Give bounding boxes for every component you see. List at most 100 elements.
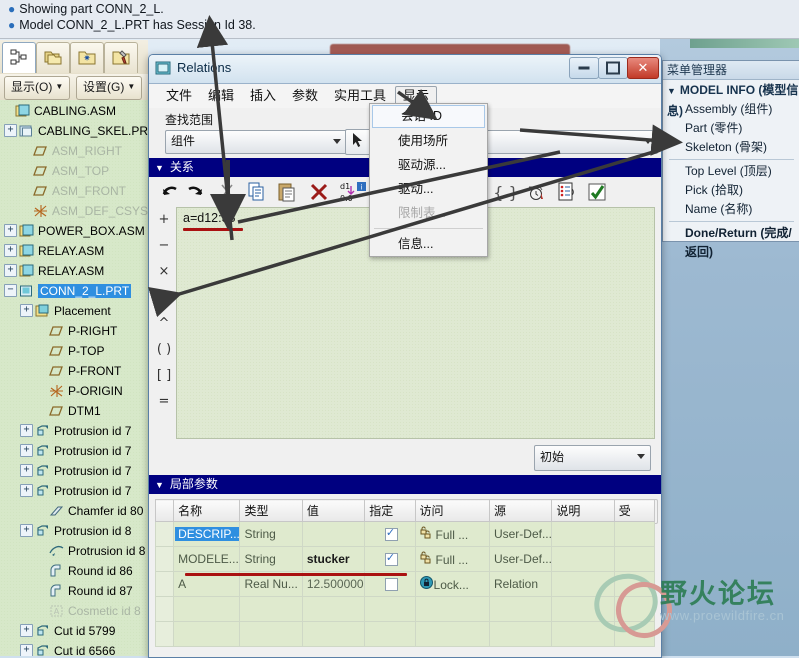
close-button[interactable]: ✕ bbox=[627, 57, 659, 79]
display-menu-button[interactable]: 显示(O) ▼ bbox=[4, 76, 71, 100]
tree-item[interactable]: A Cosmetic id 8 bbox=[0, 600, 148, 620]
folder-browser-tab[interactable] bbox=[36, 42, 70, 73]
tools-tab[interactable] bbox=[104, 42, 138, 73]
maximize-button[interactable] bbox=[598, 57, 628, 79]
empty-cell[interactable] bbox=[488, 621, 553, 647]
empty-cell[interactable] bbox=[551, 596, 615, 622]
param-access-cell[interactable]: Lock... bbox=[414, 571, 490, 597]
menu-manager-item[interactable]: Name (名称) bbox=[663, 200, 799, 219]
param-source-cell[interactable]: Relation bbox=[488, 571, 553, 597]
operator-button[interactable]: = bbox=[153, 389, 175, 415]
designate-checkbox[interactable] bbox=[384, 578, 398, 592]
tree-expander[interactable]: + bbox=[20, 304, 33, 318]
param-restricted-cell[interactable] bbox=[613, 571, 655, 597]
display-menu-item[interactable]: 会话 ID bbox=[372, 105, 485, 128]
params-table-wrap[interactable]: 名称类型值指定访问源说明受 DESCRIP...String Full ... Us… bbox=[155, 499, 655, 657]
empty-cell[interactable] bbox=[364, 596, 416, 622]
empty-cell[interactable] bbox=[239, 596, 303, 622]
initial-state-combo[interactable]: 初始 bbox=[534, 445, 651, 471]
tree-item[interactable]: + Protrusion id 8 bbox=[0, 520, 148, 540]
relation-line[interactable]: a=d12:38 bbox=[183, 211, 235, 225]
param-source-cell[interactable]: User-Def... bbox=[488, 546, 553, 572]
cut-icon[interactable] bbox=[215, 180, 239, 204]
list-icon[interactable] bbox=[555, 180, 579, 204]
search-scope-combo[interactable]: 组件 bbox=[165, 130, 347, 154]
menu-文件[interactable]: 文件 bbox=[159, 86, 199, 106]
operator-button[interactable]: [ ] bbox=[153, 363, 175, 389]
tree-item[interactable]: + POWER_BOX.ASM bbox=[0, 220, 148, 240]
empty-cell[interactable] bbox=[613, 621, 655, 647]
model-tree-tab[interactable] bbox=[2, 42, 36, 73]
menu-manager-item[interactable]: Skeleton (骨架) bbox=[663, 138, 799, 157]
param-description-cell[interactable] bbox=[551, 571, 615, 597]
params-column-header[interactable]: 名称 bbox=[173, 499, 241, 522]
menu-manager-item[interactable]: Assembly (组件) bbox=[663, 100, 799, 119]
row-gutter[interactable] bbox=[155, 521, 175, 547]
param-type-cell[interactable]: String bbox=[239, 521, 303, 547]
menu-manager-item[interactable]: Part (零件) bbox=[663, 119, 799, 138]
display-menu-item[interactable]: 信息... bbox=[370, 232, 487, 256]
tree-item[interactable]: ASM_FRONT bbox=[0, 180, 148, 200]
table-row[interactable]: DESCRIP...String Full ... User-Def... bbox=[155, 521, 655, 547]
tree-item[interactable]: P-FRONT bbox=[0, 360, 148, 380]
empty-cell[interactable] bbox=[414, 621, 490, 647]
tree-item[interactable]: + Protrusion id 7 bbox=[0, 420, 148, 440]
empty-cell[interactable] bbox=[301, 596, 366, 622]
display-menu-item[interactable]: 使用场所 bbox=[370, 129, 487, 153]
display-menu-item[interactable]: 驱动源... bbox=[370, 153, 487, 177]
tree-item[interactable]: + RELAY.ASM bbox=[0, 240, 148, 260]
param-description-cell[interactable] bbox=[551, 546, 615, 572]
tree-item[interactable]: Protrusion id 8 bbox=[0, 540, 148, 560]
empty-cell[interactable] bbox=[301, 621, 366, 647]
param-access-cell[interactable]: Full ... bbox=[414, 546, 490, 572]
params-column-header[interactable]: 源 bbox=[488, 499, 553, 522]
operator-button[interactable]: + bbox=[153, 207, 175, 233]
redo-icon[interactable] bbox=[184, 180, 208, 204]
operator-button[interactable]: ( ) bbox=[153, 337, 175, 363]
param-value-cell[interactable]: stucker bbox=[301, 546, 366, 572]
tree-item[interactable]: Round id 86 bbox=[0, 560, 148, 580]
tree-item[interactable]: + Cut id 6566 bbox=[0, 640, 148, 656]
tree-expander[interactable]: + bbox=[20, 424, 33, 438]
settings-menu-button[interactable]: 设置(G) ▼ bbox=[76, 76, 143, 100]
tree-expander[interactable]: + bbox=[20, 464, 33, 478]
param-source-cell[interactable]: User-Def... bbox=[488, 521, 553, 547]
table-row-empty[interactable] bbox=[155, 621, 655, 647]
tree-item[interactable]: + Protrusion id 7 bbox=[0, 440, 148, 460]
undo-icon[interactable] bbox=[157, 180, 181, 204]
tree-item[interactable]: + Protrusion id 7 bbox=[0, 480, 148, 500]
empty-cell[interactable] bbox=[613, 596, 655, 622]
designate-checkbox[interactable] bbox=[384, 526, 398, 542]
tree-item[interactable]: + CABLING_SKEL.PR bbox=[0, 120, 148, 140]
menu-参数[interactable]: 参数 bbox=[285, 86, 325, 106]
param-name-cell[interactable]: DESCRIP... bbox=[173, 521, 241, 547]
tree-item[interactable]: + Cut id 5799 bbox=[0, 620, 148, 640]
history-icon[interactable] bbox=[524, 180, 548, 204]
param-designate-cell[interactable] bbox=[364, 546, 416, 572]
designate-checkbox[interactable] bbox=[384, 551, 398, 567]
tree-item[interactable]: ASM_RIGHT bbox=[0, 140, 148, 160]
param-description-cell[interactable] bbox=[551, 521, 615, 547]
tree-expander[interactable]: + bbox=[20, 644, 33, 656]
tree-item[interactable]: − CONN_2_L.PRT bbox=[0, 280, 148, 300]
tree-expander[interactable]: + bbox=[4, 224, 17, 238]
param-designate-cell[interactable] bbox=[364, 521, 416, 547]
minimize-button[interactable] bbox=[569, 57, 599, 79]
tree-expander[interactable]: + bbox=[20, 484, 33, 498]
params-column-header[interactable]: 受 bbox=[613, 499, 655, 522]
menu-manager-item[interactable]: Pick (拾取) bbox=[663, 181, 799, 200]
param-type-cell[interactable]: String bbox=[239, 546, 303, 572]
local-params-section-header[interactable]: ▼ 局部参数 bbox=[149, 475, 661, 494]
dialog-titlebar[interactable]: Relations ✕ bbox=[149, 55, 661, 84]
param-restricted-cell[interactable] bbox=[613, 521, 655, 547]
display-menu-item[interactable]: 驱动... bbox=[370, 177, 487, 201]
params-column-header[interactable]: 访问 bbox=[414, 499, 490, 522]
tree-item[interactable]: CABLING.ASM bbox=[0, 100, 148, 120]
empty-cell[interactable] bbox=[173, 621, 241, 647]
menu-插入[interactable]: 插入 bbox=[243, 86, 283, 106]
tree-expander[interactable]: + bbox=[20, 524, 33, 538]
empty-cell[interactable] bbox=[155, 621, 175, 647]
params-column-header[interactable]: 说明 bbox=[551, 499, 615, 522]
param-value-cell[interactable] bbox=[301, 521, 366, 547]
menu-编辑[interactable]: 编辑 bbox=[201, 86, 241, 106]
